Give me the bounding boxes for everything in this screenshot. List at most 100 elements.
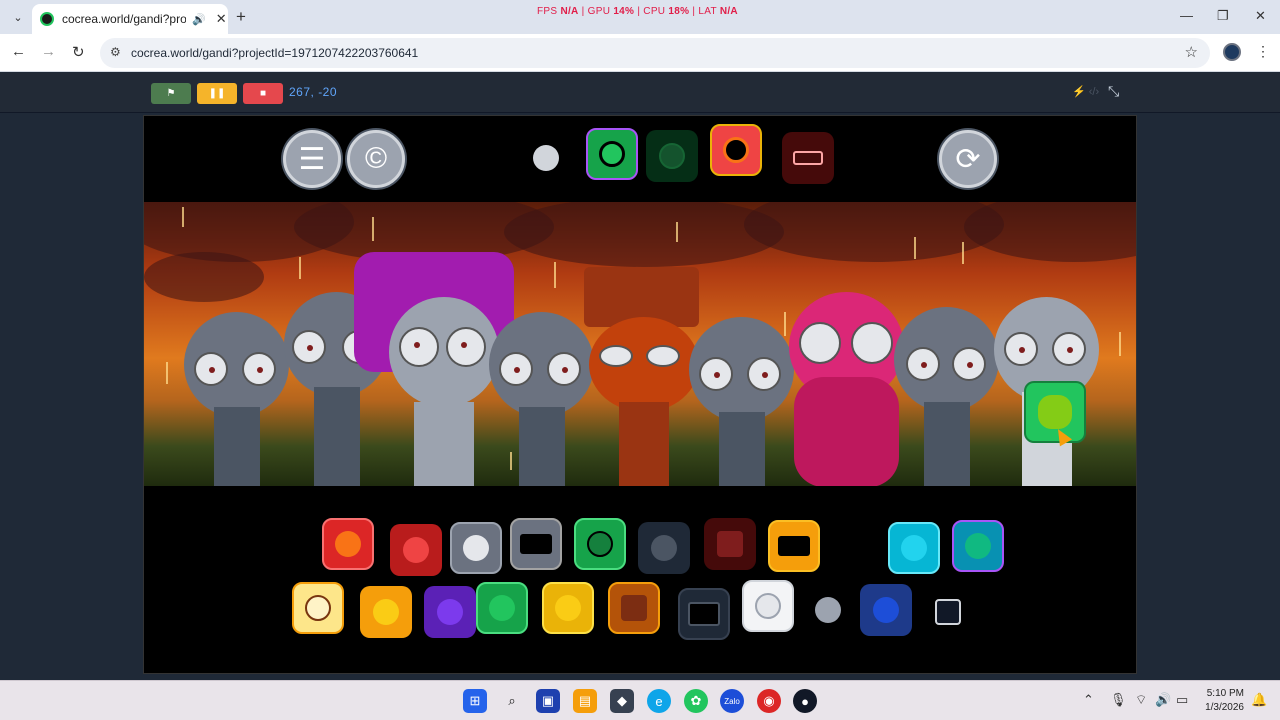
cloud [504, 202, 784, 267]
cpu-label: CPU [643, 6, 666, 17]
sound-icon-gray-tv[interactable] [510, 518, 562, 570]
wifi-icon[interactable]: ⌔ [1135, 692, 1147, 708]
rain-drop [914, 237, 916, 259]
game-stage[interactable]: ☰ © ⟳ [143, 115, 1137, 674]
browser-menu-icon[interactable]: ⋮ [1256, 43, 1270, 60]
sound-icon-cream-clock[interactable] [292, 582, 344, 634]
rain-drop [510, 452, 512, 470]
zalo-icon[interactable]: Zalo [720, 689, 744, 713]
lat-value: N/A [719, 6, 738, 17]
menu-icon: ☰ [298, 142, 326, 176]
stop-button[interactable]: ■ [243, 83, 283, 104]
sound-icon-black-top-hat[interactable] [922, 586, 974, 638]
sound-icon-yellow-sun[interactable] [360, 586, 412, 638]
sound-icon-red-bench[interactable] [782, 132, 834, 184]
restore-icon[interactable]: ❐ [1217, 8, 1229, 24]
file-explorer-icon[interactable]: ▤ [573, 689, 597, 713]
url-text: cocrea.world/gandi?projectId=19712074222… [131, 46, 419, 60]
sound-icon-gray-bunny[interactable] [802, 584, 854, 636]
performance-scene [144, 202, 1136, 486]
rain-drop [676, 222, 678, 242]
fps-label: FPS [537, 6, 558, 17]
sound-icon-dark-gray-blob[interactable] [638, 522, 690, 574]
sound-icon-brown-hat[interactable] [608, 582, 660, 634]
tab-title: cocrea.world/gandi?project [62, 12, 186, 26]
app-notification-icon[interactable]: ● [793, 689, 817, 713]
sound-icon-orange-tv[interactable] [768, 520, 820, 572]
credits-button[interactable]: © [347, 130, 405, 188]
app-cube-icon[interactable]: ◆ [610, 689, 634, 713]
performance-readout: FPS N/A | GPU 14% | CPU 18% | LAT N/A [537, 6, 738, 17]
rain-drop [299, 257, 301, 279]
notification-bell-icon[interactable]: 🔔 [1251, 692, 1267, 708]
browser-tab[interactable]: cocrea.world/gandi?project 🔊 ✕ [32, 4, 228, 34]
sound-icon-white-cat[interactable] [742, 580, 794, 632]
pause-button[interactable]: ❚❚ [197, 83, 237, 104]
sound-icon-purple-devil[interactable] [424, 586, 476, 638]
copyright-icon: © [364, 142, 388, 175]
reset-icon: ⟳ [955, 142, 981, 176]
back-icon[interactable]: ← [11, 43, 26, 60]
rain-drop [1119, 332, 1121, 356]
gpu-label: GPU [587, 6, 611, 17]
reset-button[interactable]: ⟳ [939, 130, 997, 188]
start-icon[interactable]: ⊞ [463, 689, 487, 713]
mouse-coordinates: 267, -20 [289, 85, 338, 99]
rain-drop [182, 207, 184, 227]
sound-icon-green-cat[interactable] [586, 128, 638, 180]
new-tab-icon[interactable]: + [236, 7, 246, 27]
forward-icon[interactable]: → [41, 43, 56, 60]
sound-icon-teal-teddy[interactable] [888, 522, 940, 574]
fps-value: N/A [560, 6, 579, 17]
turbo-code-icons[interactable]: ⚡ ‹/› [1072, 85, 1099, 98]
exit-fullscreen-icon[interactable]: ⤡ [1108, 83, 1119, 100]
app-leaf-icon[interactable]: ✿ [684, 689, 708, 713]
window-close-icon[interactable]: ✕ [1255, 8, 1266, 24]
sound-icon-gray-bug[interactable] [520, 132, 572, 184]
search-icon[interactable]: ⌕ [500, 689, 524, 713]
volume-icon[interactable]: 🔊 [1155, 692, 1171, 708]
reload-icon[interactable]: ↻ [72, 43, 85, 61]
site-info-icon[interactable]: ⚙ [110, 45, 121, 59]
menu-button[interactable]: ☰ [283, 130, 341, 188]
audio-playing-icon[interactable]: 🔊 [192, 13, 206, 26]
sound-icon-yellow-frog[interactable] [542, 582, 594, 634]
store-icon[interactable]: ▣ [536, 689, 560, 713]
sound-icon-gray-bowl[interactable] [450, 522, 502, 574]
cloud [144, 252, 264, 302]
rain-drop [554, 262, 556, 288]
gpu-value: 14% [613, 6, 635, 17]
microphone-icon[interactable]: 🎙 [1110, 692, 1127, 708]
address-bar[interactable]: ⚙ cocrea.world/gandi?projectId=197120742… [100, 38, 1210, 68]
tab-close-icon[interactable]: ✕ [216, 11, 227, 27]
minimize-icon[interactable]: — [1180, 8, 1193, 23]
lat-label: LAT [698, 6, 717, 17]
sound-icon-black-tv[interactable] [678, 588, 730, 640]
tab-search-icon[interactable]: ⌄ [8, 7, 28, 27]
clock-time: 5:10 PM [1206, 688, 1244, 699]
sound-icon-green-tree[interactable] [476, 582, 528, 634]
sound-icon-red-sun[interactable] [390, 524, 442, 576]
green-flag-button[interactable]: ⚑ [151, 83, 191, 104]
profile-avatar-icon[interactable] [1223, 43, 1241, 61]
windows-taskbar: ⊞ ⌕ ▣ ▤ ◆ e ✿ Zalo ◉ ● ⌃ 🎙 ⌔ 🔊 ▭ 5:10 PM… [0, 680, 1280, 720]
edge-browser-icon[interactable]: e [647, 689, 671, 713]
battery-icon[interactable]: ▭ [1176, 692, 1188, 708]
sound-icon-dark-red-cup[interactable] [704, 518, 756, 570]
project-control-bar: ⚑ ❚❚ ■ 267, -20 ⚡ ‹/› ⤡ [0, 73, 1280, 113]
sound-icon-green-flower[interactable] [574, 518, 626, 570]
sound-icon-teal-cat[interactable] [952, 520, 1004, 572]
sound-icon-blue-orb[interactable] [860, 584, 912, 636]
rain-drop [166, 362, 168, 384]
cloud [964, 202, 1136, 262]
tray-overflow-icon[interactable]: ⌃ [1083, 692, 1094, 708]
browser-toolbar: ← → ↻ ⚙ cocrea.world/gandi?projectId=197… [0, 34, 1280, 72]
sound-icon-dark-cat[interactable] [646, 130, 698, 182]
chrome-icon[interactable]: ◉ [757, 689, 781, 713]
taskbar-clock[interactable]: 5:10 PM 1/3/2026 [1198, 687, 1244, 715]
bookmark-star-icon[interactable]: ☆ [1185, 43, 1198, 61]
cpu-value: 18% [668, 6, 690, 17]
sound-icon-red-clock[interactable] [322, 518, 374, 570]
sound-icon-red-demon[interactable] [710, 124, 762, 176]
clock-date: 1/3/2026 [1205, 702, 1244, 713]
